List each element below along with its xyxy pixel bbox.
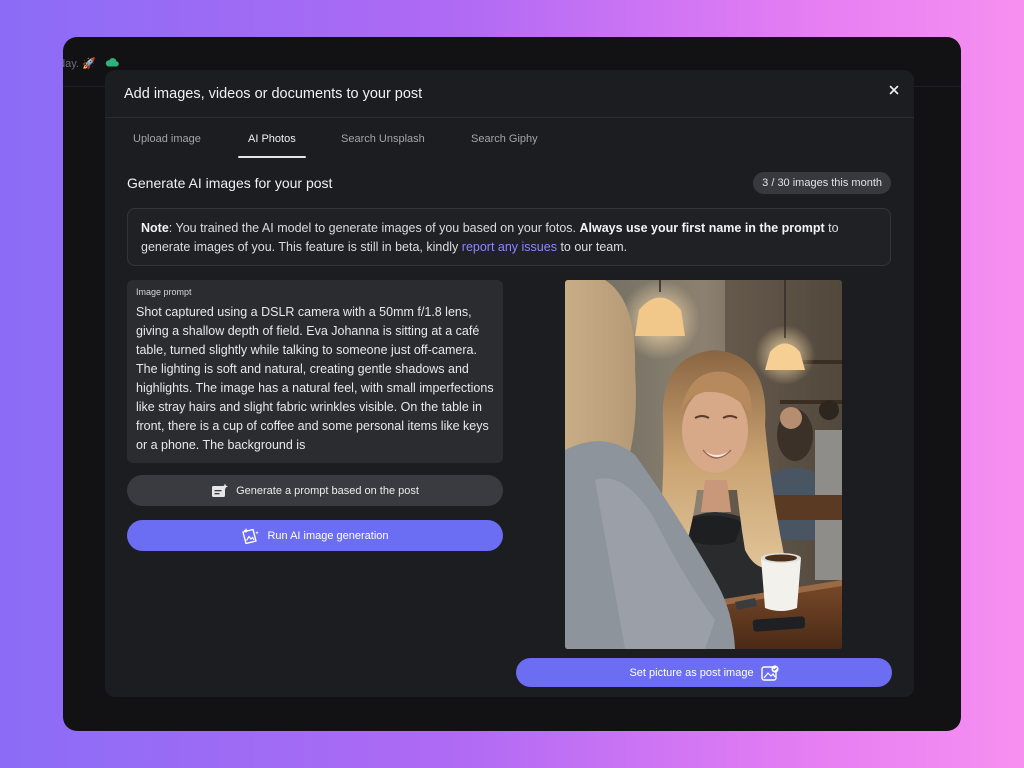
tab-search-giphy[interactable]: Search Giphy xyxy=(471,133,538,145)
generate-prompt-button[interactable]: Generate a prompt based on the post xyxy=(127,475,503,506)
report-issues-link[interactable]: report any issues xyxy=(462,240,557,254)
image-prompt-label: Image prompt xyxy=(136,287,192,297)
background-text: day. 🚀 xyxy=(63,58,96,70)
tab-ai-photos[interactable]: AI Photos xyxy=(248,133,296,145)
image-prompt-field[interactable]: Image prompt xyxy=(127,280,503,463)
tab-search-unsplash[interactable]: Search Unsplash xyxy=(341,133,425,145)
set-post-image-label: Set picture as post image xyxy=(629,666,754,679)
active-tab-indicator xyxy=(238,156,306,158)
cloud-icon xyxy=(105,58,119,67)
tab-upload-image[interactable]: Upload image xyxy=(133,133,201,145)
generated-photo-graphic xyxy=(565,280,842,649)
run-generation-button[interactable]: Run AI image generation xyxy=(127,520,503,551)
set-post-image-button[interactable]: Set picture as post image xyxy=(516,658,892,687)
close-icon xyxy=(889,85,899,95)
tab-bar: Upload image AI Photos Search Unsplash S… xyxy=(105,117,914,159)
image-prompt-textarea[interactable] xyxy=(136,303,496,463)
media-modal: Add images, videos or documents to your … xyxy=(105,70,914,697)
image-check-icon xyxy=(760,664,779,681)
generated-photo[interactable] xyxy=(565,280,842,649)
close-button[interactable] xyxy=(884,80,904,100)
run-generation-label: Run AI image generation xyxy=(267,529,389,542)
modal-title: Add images, videos or documents to your … xyxy=(124,86,423,102)
section-title: Generate AI images for your post xyxy=(127,175,333,191)
generate-prompt-label: Generate a prompt based on the post xyxy=(236,484,419,497)
note-emphasis: Always use your first name in the prompt xyxy=(579,221,825,235)
quota-badge: 3 / 30 images this month xyxy=(753,172,891,194)
sparkle-document-icon xyxy=(212,483,229,497)
sparkle-image-icon xyxy=(242,528,260,544)
note-box: Note: You trained the AI model to genera… xyxy=(127,208,891,266)
note-text: : You trained the AI model to generate i… xyxy=(168,221,580,235)
note-text-3: to our team. xyxy=(556,240,628,254)
note-label: Note xyxy=(141,221,169,235)
